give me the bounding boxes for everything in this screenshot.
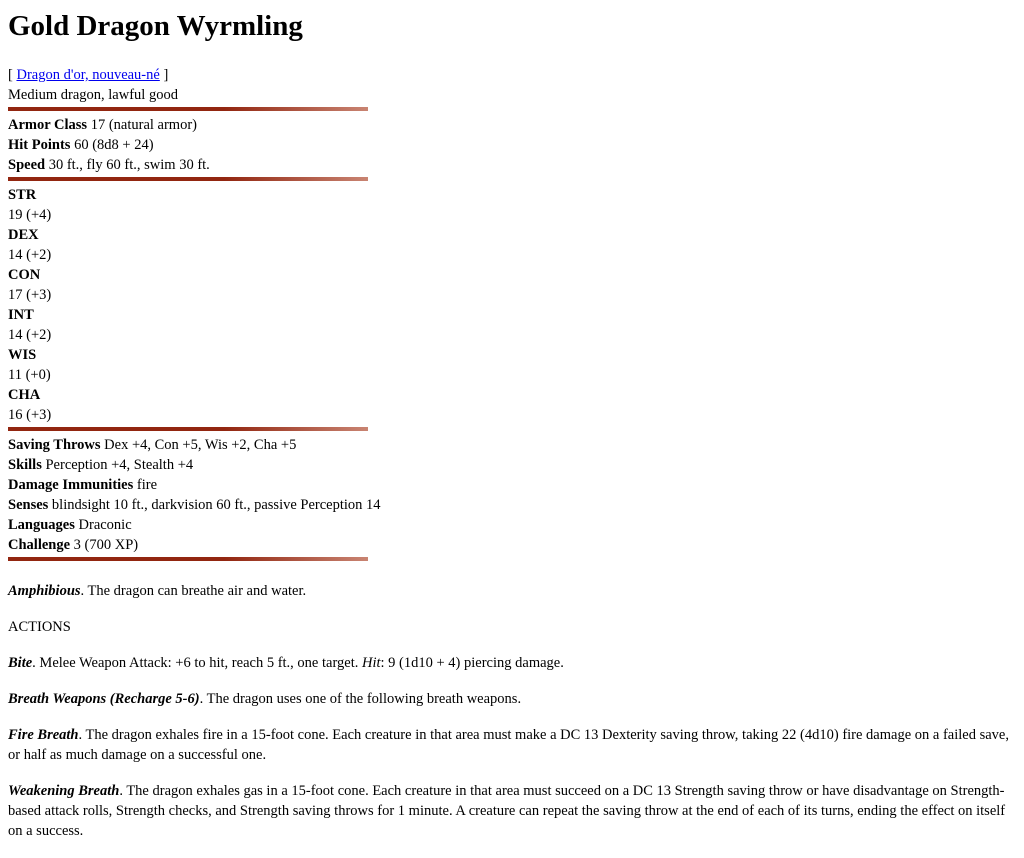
stat-value: 17 (natural armor) xyxy=(87,117,197,133)
stat-label: Hit Points xyxy=(8,137,71,153)
action-text: . Melee Weapon Attack: +6 to hit, reach … xyxy=(32,655,362,671)
detail-value: Draconic xyxy=(74,517,132,533)
divider-rule xyxy=(8,177,368,181)
ability-label-int: INT xyxy=(8,305,1016,325)
action-text: : 9 (1d10 + 4) piercing damage. xyxy=(380,655,564,671)
type-line: Medium dragon, lawful good xyxy=(8,87,178,103)
hit-label: Hit xyxy=(361,655,381,671)
stat-speed: Speed 30 ft., fly 60 ft., swim 30 ft. xyxy=(8,155,1016,175)
detail-label: Languages xyxy=(8,517,75,533)
detail-senses: Senses blindsight 10 ft., darkvision 60 … xyxy=(8,495,1016,515)
ability-value-cha: 16 (+3) xyxy=(8,407,52,423)
stat-block: Gold Dragon Wyrmling [ Dragon d'or, nouv… xyxy=(0,0,1024,841)
trait-text: . The dragon can breathe air and water. xyxy=(80,583,307,599)
ability-label-str: STR xyxy=(8,185,1016,205)
ability-label-cha: CHA xyxy=(8,385,1016,405)
detail-damage-immunities: Damage Immunities fire xyxy=(8,475,1016,495)
action-text: . The dragon uses one of the following b… xyxy=(199,691,522,707)
action-name: Weakening Breath xyxy=(8,783,120,799)
trait-name: Amphibious xyxy=(8,583,81,599)
ability-label: CHA xyxy=(8,387,41,403)
detail-challenge: Challenge 3 (700 XP) xyxy=(8,535,1016,555)
stat-armor-class: Armor Class 17 (natural armor) xyxy=(8,115,1016,135)
stat-label: Armor Class xyxy=(8,117,88,133)
action-text: . The dragon exhales fire in a 15-foot c… xyxy=(8,727,1009,763)
detail-label: Challenge xyxy=(8,537,71,553)
divider-rule xyxy=(8,107,368,111)
detail-value: blindsight 10 ft., darkvision 60 ft., pa… xyxy=(48,497,381,513)
stat-label: Speed xyxy=(8,157,46,173)
action-bite: Bite. Melee Weapon Attack: +6 to hit, re… xyxy=(8,653,1016,673)
ability-value-str: 19 (+4) xyxy=(8,207,52,223)
detail-saving-throws: Saving Throws Dex +4, Con +5, Wis +2, Ch… xyxy=(8,435,1016,455)
action-fire-breath: Fire Breath. The dragon exhales fire in … xyxy=(8,725,1016,765)
ability-label: INT xyxy=(8,307,34,323)
detail-value: fire xyxy=(133,477,158,493)
ability-label: WIS xyxy=(8,347,37,363)
alt-name-link[interactable]: Dragon d'or, nouveau-né xyxy=(16,67,159,83)
ability-value-con: 17 (+3) xyxy=(8,287,52,303)
ability-value-wis: 11 (+0) xyxy=(8,367,51,383)
action-name: Bite xyxy=(8,655,33,671)
page-title: Gold Dragon Wyrmling xyxy=(8,10,303,42)
stat-value: 30 ft., fly 60 ft., swim 30 ft. xyxy=(45,157,210,173)
trait-amphibious: Amphibious. The dragon can breathe air a… xyxy=(8,581,1016,601)
action-name: Fire Breath xyxy=(8,727,79,743)
detail-value: Dex +4, Con +5, Wis +2, Cha +5 xyxy=(100,437,297,453)
detail-value: Perception +4, Stealth +4 xyxy=(41,457,194,473)
ability-label: CON xyxy=(8,267,41,283)
detail-languages: Languages Draconic xyxy=(8,515,1016,535)
divider-rule xyxy=(8,557,368,561)
ability-label: STR xyxy=(8,187,37,203)
detail-value: 3 (700 XP) xyxy=(70,537,139,553)
ability-label: DEX xyxy=(8,227,39,243)
action-name: Breath Weapons (Recharge 5-6) xyxy=(8,691,200,707)
action-weakening-breath: Weakening Breath. The dragon exhales gas… xyxy=(8,781,1016,841)
stat-value: 60 (8d8 + 24) xyxy=(70,137,154,153)
detail-label: Damage Immunities xyxy=(8,477,134,493)
detail-label: Saving Throws xyxy=(8,437,101,453)
detail-skills: Skills Perception +4, Stealth +4 xyxy=(8,455,1016,475)
ability-value-dex: 14 (+2) xyxy=(8,247,52,263)
divider-rule xyxy=(8,427,368,431)
detail-label: Skills xyxy=(8,457,42,473)
stat-hit-points: Hit Points 60 (8d8 + 24) xyxy=(8,135,1016,155)
action-text: . The dragon exhales gas in a 15-foot co… xyxy=(8,783,1006,839)
ability-value-int: 14 (+2) xyxy=(8,327,52,343)
detail-label: Senses xyxy=(8,497,49,513)
ability-label-wis: WIS xyxy=(8,345,1016,365)
ability-label-dex: DEX xyxy=(8,225,1016,245)
alt-name-line: [ Dragon d'or, nouveau-né ] xyxy=(8,65,1016,85)
ability-label-con: CON xyxy=(8,265,1016,285)
action-breath-weapons: Breath Weapons (Recharge 5-6). The drago… xyxy=(8,689,1016,709)
actions-heading: ACTIONS xyxy=(8,619,71,635)
alt-name-close: ] xyxy=(159,67,169,83)
